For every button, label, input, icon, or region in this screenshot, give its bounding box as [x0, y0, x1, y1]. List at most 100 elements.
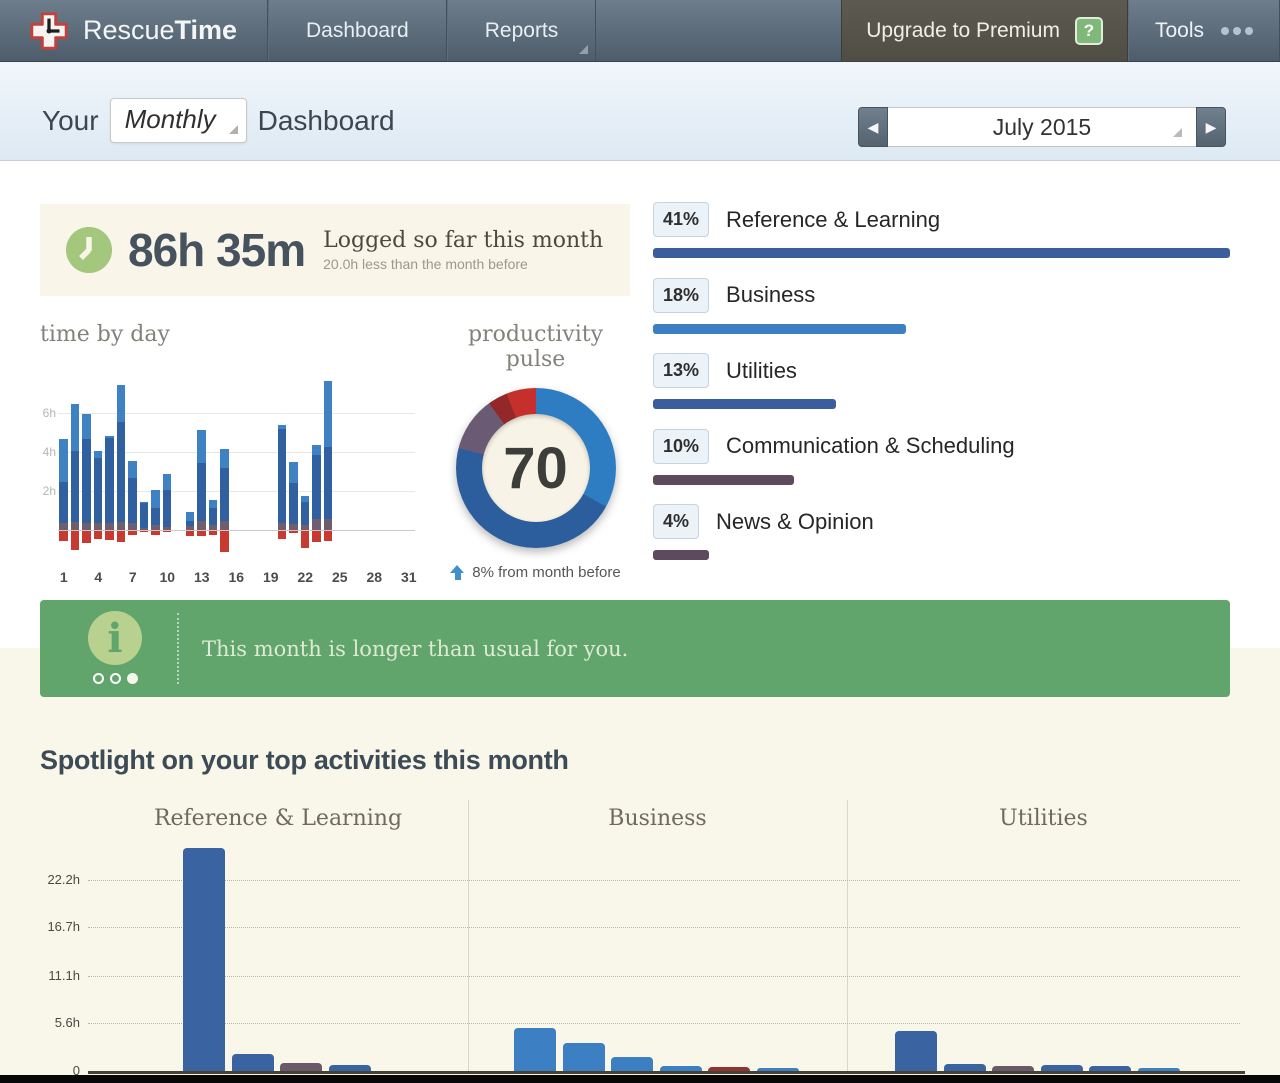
pagination-dot-active[interactable] — [127, 673, 138, 684]
month-dropdown[interactable]: July 2015 — [888, 107, 1196, 147]
period-dropdown[interactable]: Monthly — [110, 98, 247, 143]
group-separator — [468, 800, 469, 1071]
productive-segment — [324, 447, 333, 519]
distracting-segment — [278, 531, 287, 539]
productive-segment — [94, 458, 103, 523]
very_productive-segment — [220, 449, 229, 468]
very_productive-segment — [209, 500, 218, 508]
category-breakdown: 41%Reference & Learning 18%Business13%Uti… — [653, 202, 1230, 580]
very_productive-segment — [59, 439, 68, 482]
pagination-dot[interactable] — [93, 673, 104, 684]
neutral-segment — [59, 523, 68, 530]
productivity-pulse-widget: productivity pulse 70 8% from month befo… — [438, 322, 633, 581]
productive-segment — [117, 422, 126, 522]
very_productive-segment — [289, 462, 298, 483]
productive-segment — [312, 455, 321, 519]
nav-item-reports-label: Reports — [485, 19, 559, 43]
insight-message: This month is longer than usual for you. — [202, 600, 628, 697]
category-row-business[interactable]: 18%Business — [653, 278, 1230, 354]
productive-segment — [186, 521, 195, 526]
group-label-utilities: Utilities — [847, 806, 1240, 831]
neutral-segment — [209, 525, 218, 530]
spotlight-bar-utilities-1[interactable] — [895, 1031, 937, 1071]
distracting-segment — [197, 531, 206, 536]
y-tick-22.2h: 22.2h — [28, 872, 80, 887]
pulse-donut-chart: 70 — [456, 388, 616, 548]
distracting-segment — [140, 531, 149, 532]
pagination-dot[interactable] — [110, 673, 121, 684]
productive-segment — [59, 482, 68, 523]
hours-logged-value: 86h 35m — [128, 223, 305, 277]
gridline-6h — [58, 413, 415, 414]
nav-item-dashboard[interactable]: Dashboard — [268, 0, 447, 61]
category-bar — [653, 324, 906, 334]
pulse-change: 8% from month before — [438, 564, 633, 581]
y-tick-2h: 2h — [40, 484, 56, 498]
group-label-business: Business — [468, 806, 847, 831]
help-icon[interactable]: ? — [1075, 17, 1103, 45]
very_productive-segment — [186, 512, 195, 521]
neutral-segment — [117, 522, 126, 530]
neutral-segment — [301, 525, 310, 530]
time-by-day-chart: 2h4h6h1471013161922252831 — [40, 354, 440, 577]
category-label: Utilities — [726, 358, 797, 384]
spotlight-bar-business-1[interactable] — [514, 1028, 556, 1071]
neutral-segment — [128, 523, 137, 530]
very_productive-segment — [71, 404, 80, 451]
category-head: 13%Utilities — [653, 353, 1230, 388]
distracting-segment — [209, 531, 218, 535]
category-row-reference-and-learning[interactable]: 41%Reference & Learning — [653, 202, 1230, 278]
productive-segment — [220, 468, 229, 522]
category-bar — [653, 475, 794, 485]
category-row-news-and-opinion[interactable]: 4%News & Opinion — [653, 504, 1230, 580]
very_productive-segment — [105, 436, 114, 438]
category-head: 41%Reference & Learning — [653, 202, 1230, 237]
top-nav: RescueTime Dashboard Reports Upgrade to … — [0, 0, 1280, 62]
spotlight-bar-business-2[interactable] — [563, 1043, 605, 1071]
category-row-communication-and-scheduling[interactable]: 10%Communication & Scheduling — [653, 429, 1230, 505]
category-label: Communication & Scheduling — [726, 433, 1015, 459]
x-tick-day-13: 13 — [190, 569, 214, 585]
productive-segment — [163, 490, 172, 527]
dropdown-triangle-icon — [229, 125, 238, 134]
category-pct-badge: 18% — [653, 278, 709, 313]
very_productive-segment — [117, 385, 126, 422]
x-tick-day-1: 1 — [52, 569, 76, 585]
very_productive-segment — [312, 445, 321, 455]
spotlight-bar-utilities-2[interactable] — [944, 1064, 986, 1071]
group-separator — [847, 800, 848, 1071]
very_productive-segment — [278, 425, 287, 429]
very_productive-segment — [197, 430, 206, 463]
nav-item-reports[interactable]: Reports — [447, 0, 597, 61]
upgrade-to-premium-button[interactable]: Upgrade to Premium ? — [841, 0, 1128, 61]
productive-segment — [105, 438, 114, 523]
very_productive-segment — [151, 490, 160, 508]
productive-segment — [71, 451, 80, 522]
banner-pagination-dots[interactable] — [88, 673, 142, 684]
tools-menu[interactable]: Tools — [1128, 0, 1280, 61]
distracting-segment — [82, 531, 91, 543]
brand[interactable]: RescueTime — [0, 0, 268, 61]
very_productive-segment — [94, 451, 103, 458]
very_productive-segment — [163, 474, 172, 490]
next-month-button[interactable]: ▶ — [1196, 107, 1226, 147]
productive-segment — [289, 483, 298, 524]
pulse-score-value: 70 — [503, 435, 568, 502]
nav-item-dashboard-label: Dashboard — [306, 19, 409, 43]
page-title: Your Monthly Dashboard — [42, 98, 395, 143]
hours-logged-label: Logged so far this month — [323, 228, 603, 253]
previous-month-button[interactable]: ◀ — [858, 107, 888, 147]
distracting-segment — [71, 531, 80, 550]
spotlight-bar-reference-and-learning-1[interactable] — [183, 848, 225, 1071]
spotlight-bar-reference-and-learning-3[interactable] — [280, 1063, 322, 1071]
distracting-segment — [289, 531, 298, 533]
pulse-change-label: 8% from month before — [472, 564, 620, 581]
spotlight-bar-reference-and-learning-2[interactable] — [232, 1054, 274, 1071]
y-tick-6h: 6h — [40, 406, 56, 420]
category-row-utilities[interactable]: 13%Utilities — [653, 353, 1230, 429]
category-bar — [653, 248, 1230, 258]
x-tick-day-28: 28 — [362, 569, 386, 585]
very_productive-segment — [324, 381, 333, 447]
title-suffix: Dashboard — [258, 105, 395, 137]
spotlight-bar-business-3[interactable] — [611, 1057, 653, 1071]
